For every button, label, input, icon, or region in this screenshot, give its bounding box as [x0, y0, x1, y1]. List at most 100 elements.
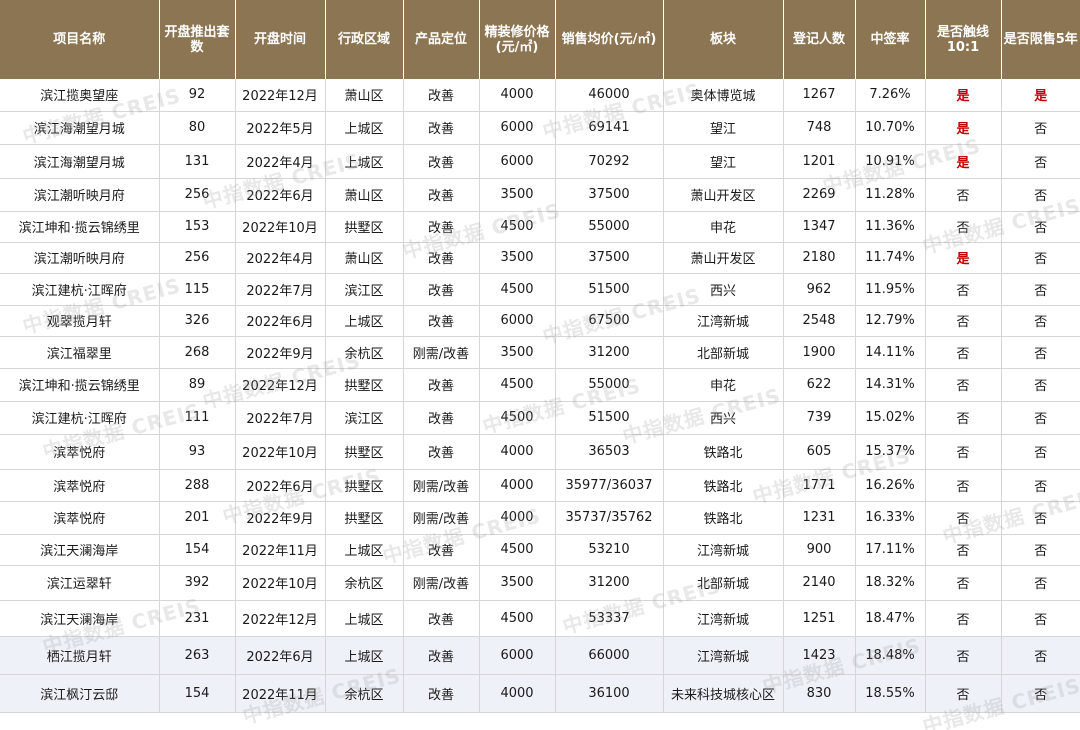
district-cell: 萧山区	[325, 79, 404, 112]
winning-rate-cell: 10.91%	[855, 144, 926, 179]
decor-price-cell: 4500	[479, 273, 556, 306]
column-header-open-date[interactable]: 开盘时间	[235, 0, 326, 79]
units-cell: 154	[159, 674, 236, 713]
touch-line-cell: 否	[925, 469, 1002, 502]
column-header-registrants[interactable]: 登记人数	[783, 0, 856, 79]
open-date-cell: 2022年4月	[235, 144, 326, 179]
decor-price-cell: 4000	[479, 674, 556, 713]
positioning-cell: 改善	[403, 534, 480, 566]
table-row[interactable]: 滨江海潮望月城 80 2022年5月 上城区 改善 6000 69141 望江 748 10.70…	[0, 111, 1080, 145]
registrants-cell: 1251	[783, 600, 856, 637]
table-row[interactable]: 滨江枫汀云邸 154 2022年11月 余杭区 改善 4000 36100 未来科技城核心区 8…	[0, 674, 1080, 713]
table-row[interactable]: 观翠揽月轩 326 2022年6月 上城区 改善 6000 67500 江湾新城 2548 12.…	[0, 305, 1080, 337]
table-row[interactable]: 滨江福翠里 268 2022年9月 余杭区 刚需/改善 3500 31200 北部新城 1900…	[0, 336, 1080, 369]
table-row[interactable]: 栖江揽月轩 263 2022年6月 上城区 改善 6000 66000 江湾新城 1423 18.…	[0, 636, 1080, 675]
table-row[interactable]: 滨江揽奥望座 92 2022年12月 萧山区 改善 4000 46000 奥体博览城 1267 7…	[0, 79, 1080, 112]
registrants-cell: 2140	[783, 565, 856, 601]
table-row[interactable]: 滨江运翠轩 392 2022年10月 余杭区 刚需/改善 3500 31200 北部新城 214…	[0, 565, 1080, 601]
winning-rate-cell: 10.70%	[855, 111, 926, 145]
open-date-cell: 2022年10月	[235, 211, 326, 243]
positioning-cell: 改善	[403, 636, 480, 675]
table-row[interactable]: 滨江建杭·江晖府 111 2022年7月 滨江区 改善 4500 51500 西兴 739 15.…	[0, 401, 1080, 435]
project-name-cell: 滨萃悦府	[0, 434, 160, 470]
column-header-district[interactable]: 行政区域	[325, 0, 404, 79]
units-cell: 326	[159, 305, 236, 337]
table-row[interactable]: 滨江坤和·揽云锦绣里 153 2022年10月 拱墅区 改善 4500 55000 申花 134…	[0, 211, 1080, 243]
positioning-cell: 改善	[403, 600, 480, 637]
restricted-cell: 否	[1001, 534, 1080, 566]
table-row[interactable]: 滨萃悦府 93 2022年10月 拱墅区 改善 4000 36503 铁路北 605 15.37%…	[0, 434, 1080, 470]
restricted-cell: 否	[1001, 144, 1080, 179]
plate-cell: 西兴	[663, 401, 784, 435]
winning-rate-cell: 12.79%	[855, 305, 926, 337]
district-cell: 上城区	[325, 600, 404, 637]
registrants-cell: 1231	[783, 501, 856, 535]
touch-line-cell: 否	[925, 501, 1002, 535]
district-cell: 上城区	[325, 144, 404, 179]
table-row[interactable]: 滨江建杭·江晖府 115 2022年7月 滨江区 改善 4500 51500 西兴 962 11.…	[0, 273, 1080, 306]
column-header-positioning[interactable]: 产品定位	[403, 0, 480, 79]
winning-rate-cell: 16.26%	[855, 469, 926, 502]
decor-price-cell: 6000	[479, 144, 556, 179]
plate-cell: 铁路北	[663, 434, 784, 470]
restricted-cell: 否	[1001, 211, 1080, 243]
restricted-cell: 是	[1001, 79, 1080, 112]
plate-cell: 望江	[663, 111, 784, 145]
district-cell: 拱墅区	[325, 434, 404, 470]
avg-price-cell: 35977/36037	[555, 469, 664, 502]
plate-cell: 奥体博览城	[663, 79, 784, 112]
plate-cell: 萧山开发区	[663, 178, 784, 212]
touch-line-cell: 否	[925, 636, 1002, 675]
table-row[interactable]: 滨萃悦府 288 2022年6月 拱墅区 刚需/改善 4000 35977/36037 铁路北…	[0, 469, 1080, 502]
column-header-restricted[interactable]: 是否限售5年	[1001, 0, 1080, 79]
column-header-units[interactable]: 开盘推出套数	[159, 0, 236, 79]
avg-price-cell: 53337	[555, 600, 664, 637]
table-row[interactable]: 滨江天澜海岸 154 2022年11月 上城区 改善 4500 53210 江湾新城 900 17…	[0, 534, 1080, 566]
column-header-plate[interactable]: 板块	[663, 0, 784, 79]
units-cell: 93	[159, 434, 236, 470]
registrants-cell: 2269	[783, 178, 856, 212]
column-header-avg-price[interactable]: 销售均价(元/㎡)	[555, 0, 664, 79]
winning-rate-cell: 15.02%	[855, 401, 926, 435]
column-header-winning-rate[interactable]: 中签率	[855, 0, 926, 79]
district-cell: 余杭区	[325, 336, 404, 369]
column-header-project-name[interactable]: 项目名称	[0, 0, 160, 79]
winning-rate-cell: 7.26%	[855, 79, 926, 112]
table-row[interactable]: 滨江海潮望月城 131 2022年4月 上城区 改善 6000 70292 望江 1201 10.…	[0, 144, 1080, 179]
registrants-cell: 622	[783, 368, 856, 402]
units-cell: 231	[159, 600, 236, 637]
project-name-cell: 滨江坤和·揽云锦绣里	[0, 368, 160, 402]
table-row[interactable]: 滨江潮听映月府 256 2022年4月 萧山区 改善 3500 37500 萧山开发区 2180…	[0, 242, 1080, 274]
open-date-cell: 2022年11月	[235, 534, 326, 566]
plate-cell: 望江	[663, 144, 784, 179]
district-cell: 余杭区	[325, 674, 404, 713]
restricted-cell: 否	[1001, 273, 1080, 306]
open-date-cell: 2022年9月	[235, 336, 326, 369]
open-date-cell: 2022年6月	[235, 636, 326, 675]
positioning-cell: 刚需/改善	[403, 501, 480, 535]
registrants-cell: 1267	[783, 79, 856, 112]
touch-line-cell: 否	[925, 401, 1002, 435]
avg-price-cell: 46000	[555, 79, 664, 112]
restricted-cell: 否	[1001, 565, 1080, 601]
table-row[interactable]: 滨萃悦府 201 2022年9月 拱墅区 刚需/改善 4000 35737/35762 铁路北…	[0, 501, 1080, 535]
project-name-cell: 滨江揽奥望座	[0, 79, 160, 112]
open-date-cell: 2022年12月	[235, 79, 326, 112]
decor-price-cell: 4000	[479, 469, 556, 502]
table-row[interactable]: 滨江坤和·揽云锦绣里 89 2022年12月 拱墅区 改善 4500 55000 申花 622 1…	[0, 368, 1080, 402]
project-name-cell: 滨江建杭·江晖府	[0, 401, 160, 435]
positioning-cell: 刚需/改善	[403, 336, 480, 369]
restricted-cell: 否	[1001, 305, 1080, 337]
decor-price-cell: 3500	[479, 242, 556, 274]
touch-line-cell: 否	[925, 534, 1002, 566]
units-cell: 131	[159, 144, 236, 179]
column-header-touch-line[interactable]: 是否触线10:1	[925, 0, 1002, 79]
positioning-cell: 刚需/改善	[403, 565, 480, 601]
restricted-cell: 否	[1001, 401, 1080, 435]
column-header-decor-price[interactable]: 精装修价格(元/㎡)	[479, 0, 556, 79]
units-cell: 111	[159, 401, 236, 435]
table-row[interactable]: 滨江天澜海岸 231 2022年12月 上城区 改善 4500 53337 江湾新城 1251 1…	[0, 600, 1080, 637]
table-row[interactable]: 滨江潮听映月府 256 2022年6月 萧山区 改善 3500 37500 萧山开发区 2269…	[0, 178, 1080, 212]
avg-price-cell: 55000	[555, 368, 664, 402]
restricted-cell: 否	[1001, 368, 1080, 402]
